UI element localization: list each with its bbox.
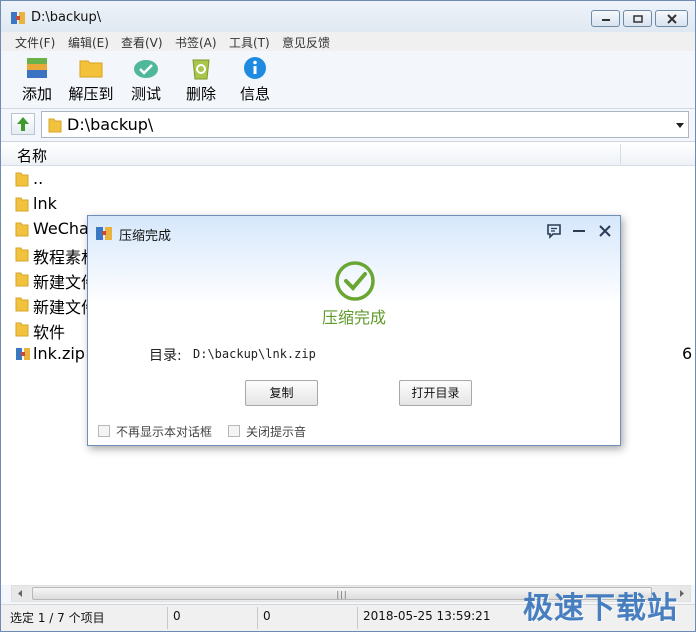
status-datetime: 2018-05-25 13:59:21 — [363, 609, 491, 623]
delete-label: 删除 — [185, 85, 216, 103]
info-icon — [244, 57, 266, 79]
column-divider[interactable] — [620, 144, 621, 164]
up-arrow-icon — [17, 117, 29, 131]
status-divider — [357, 607, 358, 629]
folder-icon — [15, 247, 29, 262]
app-icon — [95, 224, 113, 245]
test-button[interactable]: 测试 — [128, 55, 164, 105]
close-button[interactable] — [655, 10, 688, 27]
folder-icon — [15, 322, 29, 337]
dialog-minimize-button[interactable] — [570, 222, 588, 240]
copy-button[interactable]: 复制 — [245, 380, 318, 406]
menu-bookmarks[interactable]: 书签(A) — [175, 34, 217, 51]
status-packed-size: 0 — [173, 609, 181, 623]
test-label: 测试 — [130, 85, 161, 103]
folder-icon — [15, 222, 29, 237]
column-header-name[interactable]: 名称 — [17, 145, 47, 166]
maximize-button[interactable] — [623, 10, 652, 27]
dropdown-arrow-icon[interactable] — [676, 123, 684, 128]
close-icon — [599, 225, 611, 237]
minimize-button[interactable] — [591, 10, 620, 27]
address-text: D:\backup\ — [67, 115, 154, 134]
menu-file[interactable]: 文件(F) — [15, 34, 55, 51]
open-directory-button[interactable]: 打开目录 — [399, 380, 472, 406]
delete-button[interactable]: 删除 — [183, 55, 219, 105]
info-button[interactable]: 信息 — [237, 55, 273, 105]
feedback-button[interactable] — [545, 222, 563, 240]
file-name: lnk — [33, 194, 57, 213]
add-button[interactable]: 添加 — [17, 55, 57, 105]
list-item[interactable]: .. — [15, 168, 695, 190]
checkbox-box[interactable] — [228, 425, 240, 437]
success-check-icon — [335, 261, 375, 301]
recycle-bin-icon — [192, 59, 210, 80]
add-icon — [27, 58, 47, 78]
extract-label: 解压到 — [68, 85, 114, 103]
dialog-status-text: 压缩完成 — [321, 308, 386, 327]
folder-icon — [15, 297, 29, 312]
test-check-icon — [134, 60, 158, 78]
mute-sound-checkbox[interactable]: 关闭提示音 — [228, 423, 318, 439]
scroll-left-icon — [18, 590, 22, 597]
status-divider — [257, 607, 258, 629]
checkbox-label: 关闭提示音 — [246, 425, 307, 439]
file-size-partial: 6 — [682, 344, 693, 363]
checkbox-label: 不再显示本对话框 — [116, 425, 213, 439]
path-value: D:\backup\lnk.zip — [193, 347, 316, 361]
list-header: 名称 — [1, 142, 695, 166]
zip-archive-icon — [16, 348, 30, 360]
folder-icon — [15, 272, 29, 287]
menu-bar: 文件(F) 编辑(E) 查看(V) 书签(A) 工具(T) 意见反馈 — [1, 32, 695, 51]
minimize-icon — [573, 230, 585, 232]
chat-bubble-icon — [547, 224, 561, 239]
compress-complete-dialog: 压缩完成 压缩完成 目录: D:\backup\lnk.zip 复制 打开目录 … — [87, 215, 621, 446]
folder-icon — [48, 118, 62, 133]
scroll-left-button[interactable] — [12, 586, 29, 601]
address-combobox[interactable]: D:\backup\ — [41, 111, 689, 138]
dialog-title: 压缩完成 — [119, 229, 172, 244]
folder-icon — [79, 60, 103, 78]
status-divider — [167, 607, 168, 629]
status-size: 0 — [263, 609, 271, 623]
add-label: 添加 — [21, 85, 52, 103]
menu-view[interactable]: 查看(V) — [121, 34, 163, 51]
window-title: D:\backup\ — [31, 10, 102, 25]
menu-edit[interactable]: 编辑(E) — [68, 34, 109, 51]
list-item[interactable]: lnk — [15, 193, 695, 215]
path-label: 目录: — [149, 348, 182, 364]
menu-feedback[interactable]: 意见反馈 — [282, 34, 330, 51]
dialog-header: 压缩完成 — [88, 216, 620, 304]
toolbar: 添加 解压到 测试 删除 信息 — [1, 51, 695, 109]
checkbox-box[interactable] — [98, 425, 110, 437]
file-name: .. — [33, 169, 44, 188]
up-folder-button[interactable] — [11, 113, 35, 135]
file-name: 软件 — [33, 323, 66, 342]
folder-icon — [15, 172, 29, 187]
folder-icon — [15, 197, 29, 212]
info-label: 信息 — [239, 85, 270, 103]
dialog-close-button[interactable] — [596, 222, 614, 240]
extract-button[interactable]: 解压到 — [65, 55, 117, 105]
grip-icon: ||| — [336, 590, 348, 599]
watermark-logo: 极速下载站 — [523, 591, 678, 626]
status-selection: 选定 1 / 7 个项目 — [10, 611, 105, 625]
dont-show-again-checkbox[interactable]: 不再显示本对话框 — [98, 423, 218, 439]
file-name: lnk.zip — [33, 344, 85, 363]
app-icon — [10, 10, 26, 26]
address-row: D:\backup\ — [1, 110, 695, 140]
menu-tools[interactable]: 工具(T) — [229, 34, 270, 51]
file-name: WeCha — [33, 219, 89, 238]
title-bar: D:\backup\ — [1, 1, 695, 33]
